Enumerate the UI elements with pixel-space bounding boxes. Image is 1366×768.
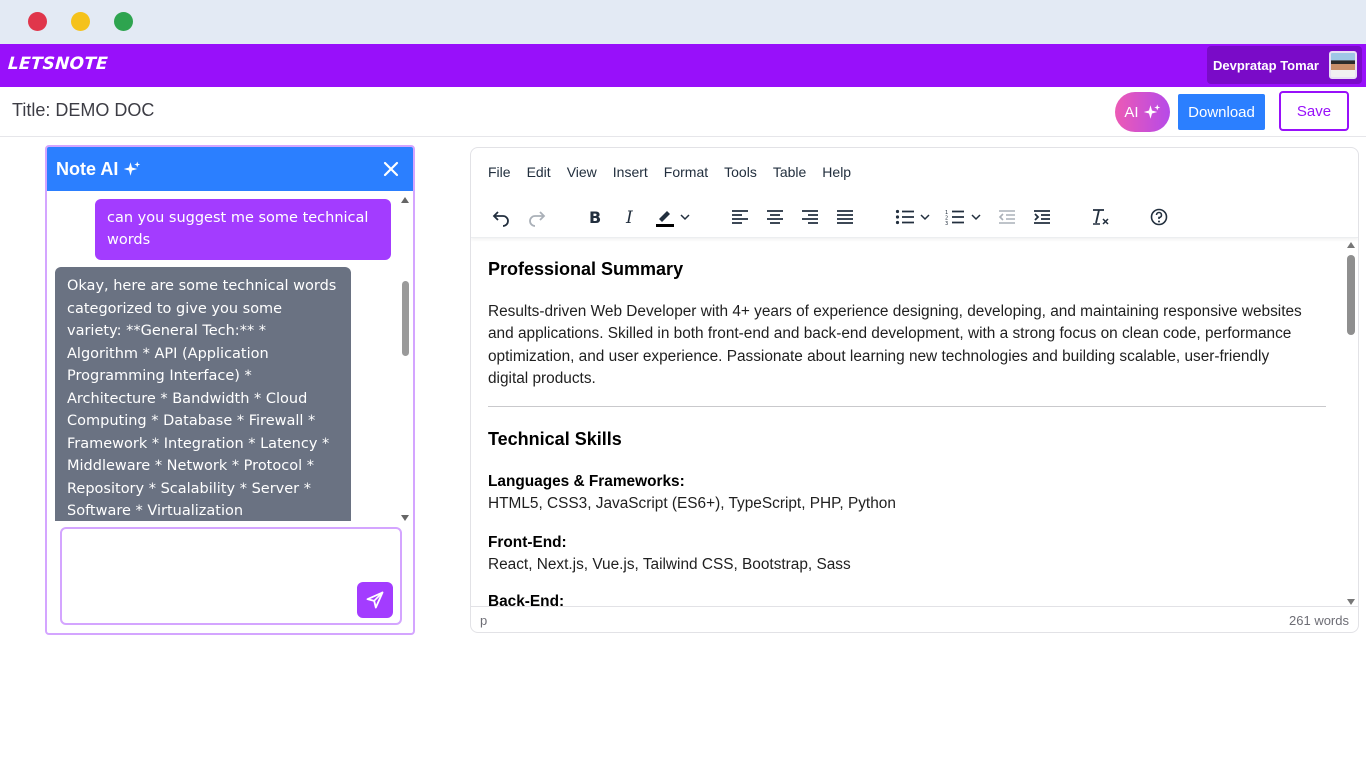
editor-statusbar: p 261 words bbox=[471, 606, 1358, 632]
scroll-down-arrow[interactable] bbox=[1347, 599, 1355, 605]
element-path[interactable]: p bbox=[480, 613, 487, 628]
assistant-message: Okay, here are some technical words cate… bbox=[55, 267, 351, 521]
download-button[interactable]: Download bbox=[1178, 94, 1265, 130]
chevron-down-icon[interactable] bbox=[968, 203, 984, 231]
clear-format-icon[interactable] bbox=[1086, 203, 1114, 231]
justify-icon[interactable] bbox=[831, 203, 859, 231]
scroll-thumb[interactable] bbox=[1347, 255, 1355, 335]
scroll-up-arrow[interactable] bbox=[1347, 242, 1355, 248]
undo-icon[interactable] bbox=[487, 203, 515, 231]
heading-professional-summary: Professional Summary bbox=[488, 259, 684, 279]
chat-input[interactable] bbox=[60, 527, 402, 625]
italic-icon[interactable]: I bbox=[616, 203, 644, 231]
send-button[interactable] bbox=[357, 582, 393, 618]
sparkle-icon bbox=[124, 161, 141, 176]
skill-value: HTML5, CSS3, JavaScript (ES6+), TypeScri… bbox=[488, 495, 896, 513]
align-right-icon[interactable] bbox=[796, 203, 824, 231]
word-count[interactable]: 261 words bbox=[1289, 613, 1349, 628]
chat-scrollbar[interactable] bbox=[399, 191, 411, 521]
ai-button[interactable]: AI bbox=[1115, 92, 1170, 132]
editor-toolbar: B I 123 bbox=[471, 198, 1358, 238]
scroll-up-arrow[interactable] bbox=[401, 197, 409, 203]
heading-technical-skills: Technical Skills bbox=[488, 429, 622, 449]
menu-file[interactable]: File bbox=[481, 162, 518, 182]
bullet-list-icon[interactable] bbox=[891, 203, 919, 231]
document-title[interactable]: Title: DEMO DOC bbox=[12, 100, 154, 121]
svg-text:B: B bbox=[589, 208, 601, 226]
skill-group: Back-End: bbox=[488, 591, 1308, 607]
chat-messages[interactable]: can you suggest me some technical words … bbox=[47, 191, 413, 521]
rich-text-editor: File Edit View Insert Format Tools Table… bbox=[470, 147, 1359, 633]
menu-insert[interactable]: Insert bbox=[606, 162, 655, 182]
scroll-down-arrow[interactable] bbox=[401, 515, 409, 521]
align-left-icon[interactable] bbox=[726, 203, 754, 231]
numbered-list-icon[interactable]: 123 bbox=[941, 203, 969, 231]
divider bbox=[488, 406, 1326, 407]
user-name: Devpratap Tomar bbox=[1213, 57, 1319, 73]
editor-menubar: File Edit View Insert Format Tools Table… bbox=[481, 162, 860, 182]
menu-help[interactable]: Help bbox=[815, 162, 858, 182]
save-button[interactable]: Save bbox=[1279, 91, 1349, 131]
menu-tools[interactable]: Tools bbox=[717, 162, 764, 182]
svg-text:3: 3 bbox=[945, 221, 948, 225]
skill-group: Languages & Frameworks: HTML5, CSS3, Jav… bbox=[488, 471, 1308, 516]
svg-text:I: I bbox=[625, 208, 633, 226]
menu-view[interactable]: View bbox=[560, 162, 604, 182]
indent-icon[interactable] bbox=[1028, 203, 1056, 231]
skill-value: React, Next.js, Vue.js, Tailwind CSS, Bo… bbox=[488, 556, 851, 574]
ai-chat-panel: Note AI can you suggest me some technica… bbox=[45, 145, 415, 635]
window-close-button[interactable] bbox=[28, 12, 47, 31]
app-header: LETSNOTE Devpratap Tomar bbox=[0, 44, 1366, 87]
menu-table[interactable]: Table bbox=[766, 162, 813, 182]
chevron-down-icon[interactable] bbox=[677, 203, 693, 231]
skill-label: Languages & Frameworks: bbox=[488, 473, 685, 490]
send-icon bbox=[366, 591, 384, 609]
close-icon[interactable] bbox=[381, 159, 401, 179]
help-icon[interactable] bbox=[1145, 203, 1173, 231]
summary-paragraph: Results-driven Web Developer with 4+ yea… bbox=[488, 303, 1302, 387]
ai-panel-title: Note AI bbox=[56, 158, 119, 179]
app-logo[interactable]: LETSNOTE bbox=[7, 54, 108, 74]
sparkle-icon bbox=[1143, 104, 1160, 119]
bold-icon[interactable]: B bbox=[581, 203, 609, 231]
ai-panel-header: Note AI bbox=[47, 147, 413, 191]
skill-group: Front-End: React, Next.js, Vue.js, Tailw… bbox=[488, 532, 1308, 577]
editor-content[interactable]: Professional Summary Results-driven Web … bbox=[471, 239, 1341, 607]
highlight-icon[interactable] bbox=[651, 203, 679, 231]
outdent-icon[interactable] bbox=[993, 203, 1021, 231]
user-message: can you suggest me some technical words bbox=[95, 199, 391, 260]
ai-button-label: AI bbox=[1124, 103, 1139, 121]
align-center-icon[interactable] bbox=[761, 203, 789, 231]
menu-edit[interactable]: Edit bbox=[520, 162, 558, 182]
user-menu[interactable]: Devpratap Tomar bbox=[1207, 46, 1362, 84]
document-toolbar: Title: DEMO DOC AI Download Save bbox=[0, 87, 1366, 137]
menu-format[interactable]: Format bbox=[657, 162, 715, 182]
skill-label: Front-End: bbox=[488, 534, 567, 551]
skill-label: Back-End: bbox=[488, 593, 565, 607]
window-maximize-button[interactable] bbox=[114, 12, 133, 31]
window-titlebar bbox=[0, 0, 1366, 44]
window-minimize-button[interactable] bbox=[71, 12, 90, 31]
avatar bbox=[1329, 51, 1357, 79]
redo-icon[interactable] bbox=[523, 203, 551, 231]
chevron-down-icon[interactable] bbox=[917, 203, 933, 231]
editor-scrollbar[interactable] bbox=[1342, 239, 1358, 607]
scroll-thumb[interactable] bbox=[402, 281, 409, 356]
